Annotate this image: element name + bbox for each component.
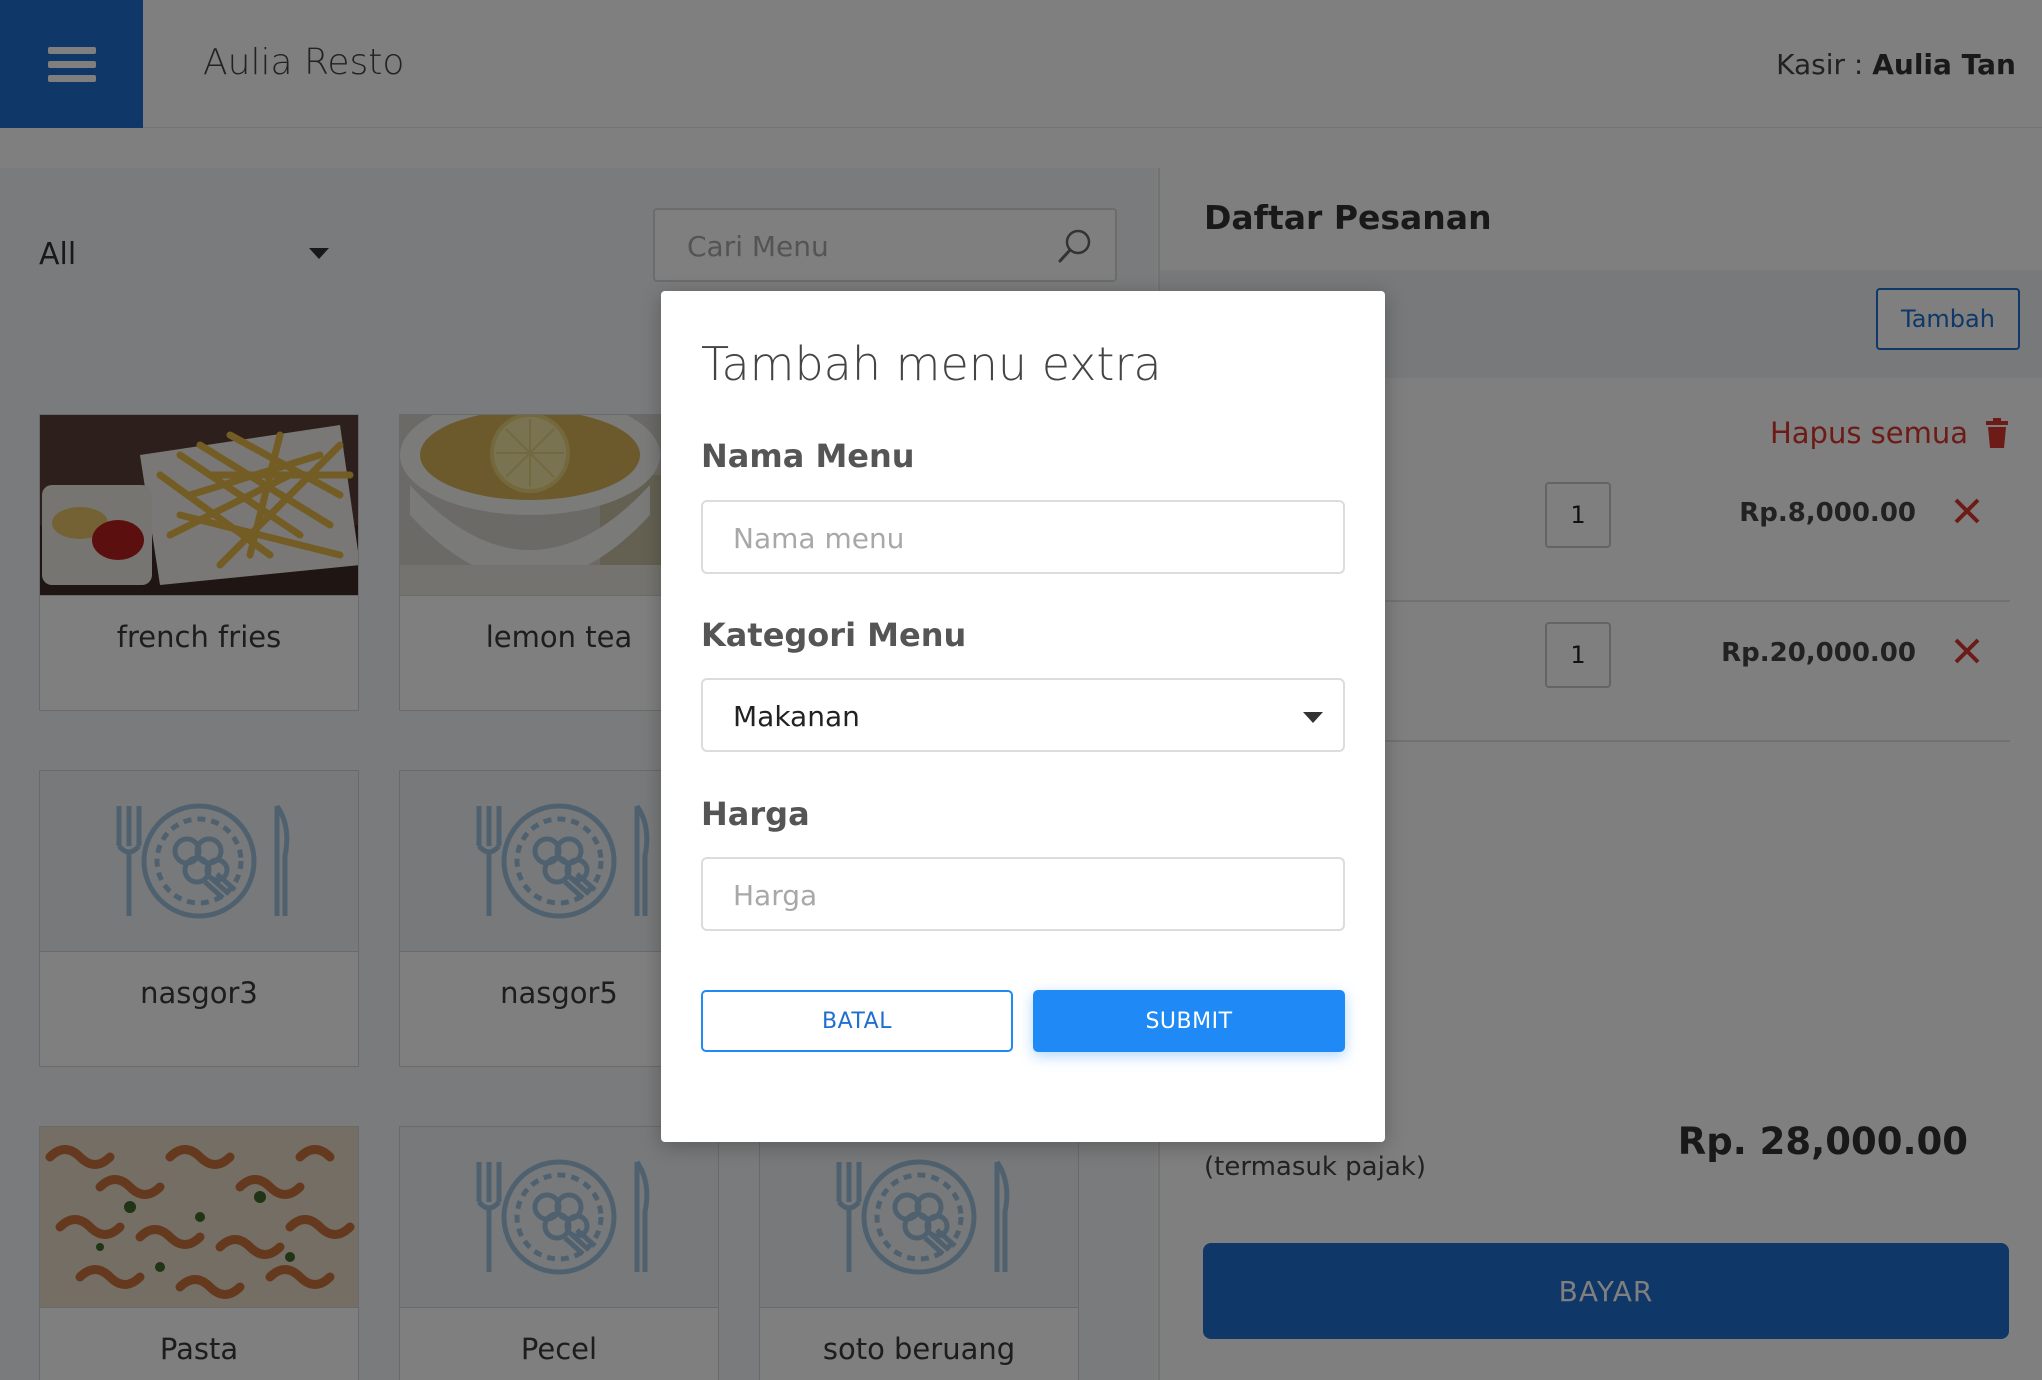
price-field — [701, 857, 1345, 931]
add-extra-menu-dialog: Tambah menu extra Nama Menu Kategori Men… — [661, 291, 1385, 1142]
menu-name-input[interactable] — [733, 518, 1313, 558]
cancel-button[interactable]: BATAL — [701, 990, 1013, 1052]
dialog-title: Tambah menu extra — [701, 337, 1162, 391]
menu-category-label: Kategori Menu — [701, 616, 967, 654]
submit-button[interactable]: SUBMIT — [1033, 990, 1345, 1052]
menu-name-field — [701, 500, 1345, 574]
menu-name-label: Nama Menu — [701, 437, 915, 475]
menu-category-select[interactable]: Makanan — [701, 678, 1345, 752]
menu-category-value: Makanan — [733, 700, 860, 733]
price-input[interactable] — [733, 875, 1313, 915]
price-label: Harga — [701, 795, 810, 833]
chevron-down-icon — [1303, 712, 1323, 723]
